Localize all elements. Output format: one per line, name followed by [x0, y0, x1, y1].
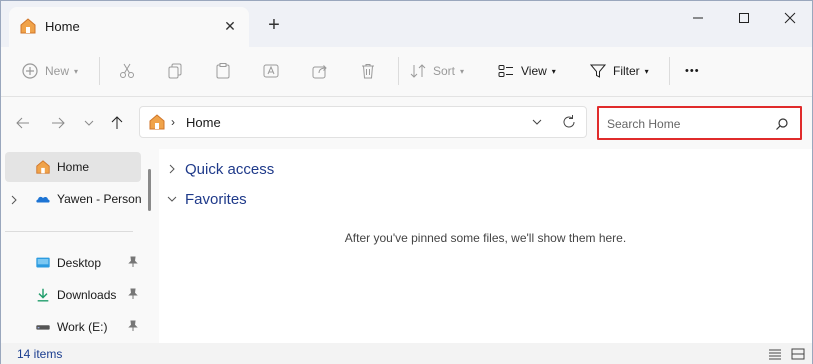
breadcrumb-home[interactable]: Home — [186, 115, 221, 130]
command-bar: New ▾ Sort ▾ View ▾ Filter ▾ ••• — [1, 47, 812, 97]
paste-button[interactable] — [214, 57, 232, 85]
navigation-pane: Home Yawen - Personal Desktop Downloads … — [1, 149, 159, 345]
toolbar-divider — [398, 57, 399, 85]
scissors-icon — [120, 63, 134, 78]
minimize-button[interactable] — [675, 5, 721, 31]
chevron-down-icon — [84, 120, 94, 126]
filter-button[interactable]: Filter ▾ — [589, 57, 649, 85]
sidebar-item-label: Yawen - Personal — [57, 192, 141, 206]
share-button[interactable] — [311, 57, 329, 85]
forward-button[interactable] — [48, 113, 68, 133]
close-tab-icon[interactable]: ✕ — [221, 17, 239, 35]
close-icon — [784, 12, 796, 24]
pin-icon[interactable] — [127, 256, 139, 268]
refresh-icon[interactable] — [560, 113, 578, 131]
rename-icon — [263, 64, 279, 78]
status-bar: 14 items — [1, 343, 812, 364]
sidebar-item-label: Desktop — [57, 256, 102, 270]
chevron-down-icon: ▾ — [460, 66, 465, 76]
arrow-up-icon — [111, 116, 123, 129]
search-input[interactable] — [607, 114, 767, 134]
arrow-right-icon — [52, 117, 65, 129]
navigation-row: › Home — [1, 97, 812, 149]
desktop-folder-icon — [36, 257, 50, 268]
chevron-down-icon: ▾ — [74, 66, 79, 76]
maximize-button[interactable] — [721, 5, 767, 31]
maximize-icon — [739, 13, 749, 23]
share-icon — [312, 65, 327, 79]
view-button[interactable]: View ▾ — [497, 57, 556, 85]
minimize-icon — [693, 17, 703, 19]
sidebar-item-label: Home — [57, 160, 90, 174]
back-button[interactable] — [13, 113, 33, 133]
details-view-icon[interactable] — [767, 346, 783, 362]
trash-icon — [362, 64, 374, 79]
tab-home[interactable]: Home ✕ — [9, 7, 249, 47]
pin-icon[interactable] — [127, 320, 139, 332]
chevron-right-icon — [169, 164, 175, 174]
sidebar-item-label: Downloads — [57, 288, 117, 302]
view-layout-icon — [498, 65, 513, 77]
more-options-button[interactable]: ••• — [685, 57, 700, 85]
search-box[interactable] — [597, 106, 802, 140]
download-icon — [37, 288, 49, 302]
chevron-down-icon: ▾ — [644, 66, 649, 76]
tab-title: Home — [45, 19, 80, 34]
toolbar-divider — [669, 57, 670, 85]
copy-icon — [168, 63, 182, 79]
clipboard-icon — [216, 63, 230, 79]
view-label: View — [521, 64, 547, 78]
group-quick-access[interactable]: Quick access — [167, 158, 274, 180]
sidebar-divider — [5, 231, 133, 232]
sidebar-item-label: Work (E:) — [57, 320, 108, 334]
sidebar-scrollbar[interactable] — [148, 169, 151, 211]
new-label: New — [45, 64, 70, 78]
file-explorer-window: Home ✕ + New ▾ Sort ▾ View ▾ Filter ▾ ••… — [0, 0, 813, 364]
sort-button[interactable]: Sort ▾ — [409, 57, 464, 85]
home-icon — [36, 160, 50, 174]
onedrive-cloud-icon — [36, 196, 50, 203]
group-label: Favorites — [185, 190, 247, 208]
chevron-down-icon: ▾ — [551, 66, 556, 76]
filter-label: Filter — [613, 64, 640, 78]
sidebar-item-work-drive[interactable]: Work (E:) — [5, 312, 141, 342]
address-bar[interactable]: › Home — [139, 106, 587, 138]
filter-funnel-icon — [589, 64, 607, 78]
drive-icon — [36, 325, 50, 330]
sidebar-item-downloads[interactable]: Downloads — [5, 280, 141, 310]
home-icon — [149, 114, 165, 130]
arrow-left-icon — [16, 117, 29, 129]
title-bar: Home ✕ + — [1, 1, 812, 47]
empty-favorites-message: After you've pinned some files, we'll sh… — [344, 231, 627, 245]
search-icon[interactable] — [775, 117, 789, 131]
up-button[interactable] — [107, 113, 127, 133]
breadcrumb-separator[interactable]: › — [171, 115, 175, 129]
cut-button[interactable] — [118, 57, 136, 85]
close-window-button[interactable] — [767, 5, 813, 31]
item-count: 14 items — [17, 347, 63, 361]
chevron-down-icon — [167, 196, 177, 202]
sidebar-item-home[interactable]: Home — [5, 152, 141, 182]
chevron-down-icon[interactable] — [530, 115, 544, 129]
home-icon — [20, 18, 36, 34]
recent-locations-button[interactable] — [79, 113, 99, 133]
tiles-view-icon[interactable] — [790, 346, 806, 362]
new-tab-button[interactable]: + — [263, 15, 285, 37]
pin-icon[interactable] — [127, 288, 139, 300]
plus-circle-icon — [22, 63, 38, 79]
toolbar-divider — [99, 57, 100, 85]
delete-button[interactable] — [359, 57, 377, 85]
copy-button[interactable] — [166, 57, 184, 85]
sort-label: Sort — [433, 64, 456, 78]
new-button[interactable]: New ▾ — [21, 57, 78, 85]
sidebar-item-onedrive[interactable]: Yawen - Personal — [5, 184, 141, 214]
sort-icon — [410, 64, 426, 78]
sidebar-item-desktop[interactable]: Desktop — [5, 248, 141, 278]
group-label: Quick access — [185, 160, 275, 178]
group-favorites[interactable]: Favorites — [167, 188, 247, 210]
content-pane: Quick access Favorites After you've pinn… — [159, 149, 812, 345]
rename-button[interactable] — [262, 57, 280, 85]
